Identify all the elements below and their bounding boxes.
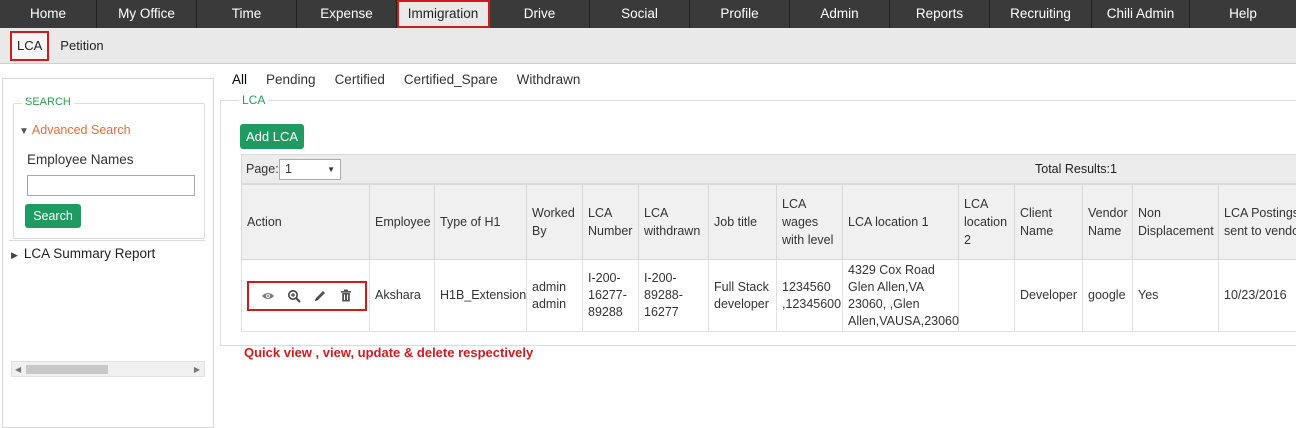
cell-type-of-h1: H1B_Extension (434, 259, 527, 332)
nav-immigration[interactable]: Immigration (397, 0, 490, 28)
triangle-down-icon: ▼ (19, 126, 29, 137)
advanced-search-label: Advanced Search (31, 123, 131, 137)
col-job-title[interactable]: Job title (708, 184, 777, 260)
cell-job-title: Full Stack developer (708, 259, 777, 332)
pager-bar: Page: 1 ▼ Total Results:1 (241, 154, 1296, 184)
sidebar-horizontal-scrollbar[interactable]: ◀ ▶ (11, 361, 205, 377)
tab-withdrawn[interactable]: Withdrawn (517, 72, 581, 87)
action-cell (241, 259, 370, 332)
subnav-lca[interactable]: LCA (10, 30, 50, 61)
cell-lca-location-2 (958, 259, 1015, 332)
add-lca-button[interactable]: Add LCA (240, 124, 304, 149)
col-lca-number[interactable]: LCA Number (582, 184, 639, 260)
scroll-right-icon[interactable]: ▶ (194, 362, 200, 378)
nav-drive[interactable]: Drive (490, 0, 590, 28)
annotation-note: Quick view , view, update & delete respe… (244, 345, 534, 360)
nav-time[interactable]: Time (197, 0, 297, 28)
search-legend: SEARCH (22, 96, 74, 108)
nav-home[interactable]: Home (0, 0, 97, 28)
lca-summary-report-link[interactable]: ▶ LCA Summary Report (11, 246, 155, 261)
top-nav: Home My Office Time Expense Immigration … (0, 0, 1296, 28)
nav-expense[interactable]: Expense (297, 0, 397, 28)
cell-employee[interactable]: Akshara (369, 259, 435, 332)
cell-worked-by: admin admin (526, 259, 583, 332)
page-label: Page: (246, 162, 279, 176)
left-sidebar: SEARCH ▼ Advanced Search Employee Names S… (2, 78, 214, 428)
col-client-name[interactable]: Client Name (1014, 184, 1083, 260)
cell-lca-number: I-200-16277-89288 (582, 259, 639, 332)
cell-lca-withdrawn: I-200-89288-16277 (638, 259, 709, 332)
tab-all[interactable]: All (232, 72, 247, 87)
employee-names-label: Employee Names (27, 152, 134, 167)
page-select[interactable]: 1 ▼ (279, 159, 341, 180)
cell-non-displacement: Yes (1132, 259, 1219, 332)
table-row: Akshara H1B_Extension admin admin I-200-… (241, 259, 1296, 332)
tab-certified[interactable]: Certified (335, 72, 385, 87)
cell-lca-postings: 10/23/2016 (1218, 259, 1296, 332)
row-actions (247, 280, 367, 311)
total-results: Total Results:1 (1035, 162, 1117, 176)
pencil-icon[interactable] (307, 286, 333, 306)
lca-legend: LCA (239, 93, 269, 107)
nav-reports[interactable]: Reports (890, 0, 990, 28)
nav-admin[interactable]: Admin (790, 0, 890, 28)
col-worked-by[interactable]: Worked By (526, 184, 583, 260)
scrollbar-thumb[interactable] (26, 365, 108, 374)
lca-summary-report-label: LCA Summary Report (23, 246, 156, 261)
cell-client-name: Developer (1014, 259, 1083, 332)
col-employee[interactable]: Employee (369, 184, 435, 260)
nav-social[interactable]: Social (590, 0, 690, 28)
trash-icon[interactable] (333, 286, 359, 306)
nav-chili-admin[interactable]: Chili Admin (1092, 0, 1190, 28)
sub-nav: LCA Petition (0, 28, 1296, 64)
search-button[interactable]: Search (25, 204, 81, 228)
cell-vendor-name: google (1082, 259, 1133, 332)
cell-lca-location-1: 4329 Cox Road Glen Allen,VA 23060, ,Glen… (842, 259, 959, 332)
scroll-left-icon[interactable]: ◀ (15, 362, 21, 378)
employee-names-input[interactable] (27, 175, 195, 196)
col-action: Action (241, 184, 370, 260)
sidebar-divider (9, 240, 205, 241)
col-lca-location-1[interactable]: LCA location 1 (842, 184, 959, 260)
lca-table: Action Employee Type of H1 Worked By LCA… (241, 184, 1296, 332)
page-select-value: 1 (285, 162, 292, 176)
nav-help[interactable]: Help (1190, 0, 1296, 28)
tab-certified-spare[interactable]: Certified_Spare (404, 72, 498, 87)
zoom-icon[interactable] (281, 286, 307, 306)
nav-recruiting[interactable]: Recruiting (990, 0, 1092, 28)
col-type-of-h1[interactable]: Type of H1 (434, 184, 527, 260)
lca-panel: LCA Add LCA Page: 1 ▼ Total Results:1 Ac… (220, 93, 1296, 346)
nav-profile[interactable]: Profile (690, 0, 790, 28)
eye-icon[interactable] (255, 286, 281, 306)
col-lca-location-2[interactable]: LCA location 2 (958, 184, 1015, 260)
status-tabs: All Pending Certified Certified_Spare Wi… (232, 72, 599, 87)
col-lca-wages[interactable]: LCA wages with level (776, 184, 843, 260)
caret-down-icon: ▼ (327, 165, 335, 174)
col-vendor-name[interactable]: Vendor Name (1082, 184, 1133, 260)
subnav-petition[interactable]: Petition (53, 31, 110, 61)
table-header-row: Action Employee Type of H1 Worked By LCA… (241, 184, 1296, 260)
cell-lca-wages: 1234560 ,12345600 (776, 259, 843, 332)
advanced-search-link[interactable]: ▼ Advanced Search (19, 123, 131, 137)
col-non-displacement[interactable]: Non Displacement (1132, 184, 1219, 260)
col-lca-withdrawn[interactable]: LCA withdrawn (638, 184, 709, 260)
nav-my-office[interactable]: My Office (97, 0, 197, 28)
tab-pending[interactable]: Pending (266, 72, 316, 87)
col-lca-postings[interactable]: LCA Postings sent to vendor (1218, 184, 1296, 260)
triangle-right-icon: ▶ (11, 250, 18, 260)
